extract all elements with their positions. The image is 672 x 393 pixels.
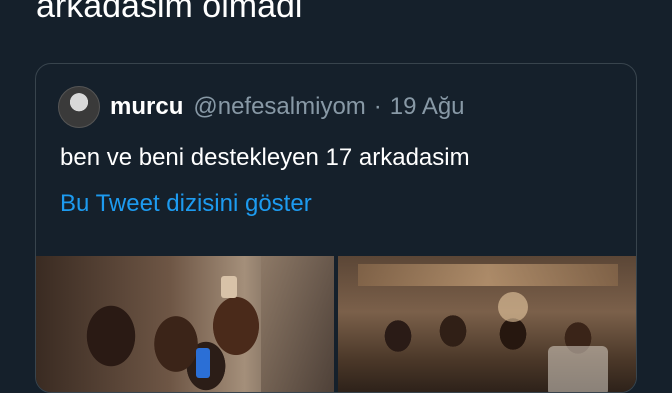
quoted-tweet-text: ben ve beni destekleyen 17 arkadasim bbox=[60, 144, 470, 171]
display-name[interactable]: murcu bbox=[110, 93, 183, 121]
quoted-tweet-header: murcu @nefesalmiyom · 19 Ağu bbox=[58, 86, 465, 128]
photo-group-party[interactable] bbox=[338, 256, 636, 392]
user-handle[interactable]: @nefesalmiyom bbox=[193, 93, 365, 121]
avatar[interactable] bbox=[58, 86, 100, 128]
separator-dot: · bbox=[373, 93, 382, 120]
tweet-text: arkadasim olmadi bbox=[36, 0, 303, 25]
tweet-date[interactable]: 19 Ağu bbox=[390, 93, 465, 121]
quoted-tweet-card[interactable]: murcu @nefesalmiyom · 19 Ağu ben ve beni… bbox=[35, 63, 637, 393]
media-grid bbox=[36, 256, 636, 392]
show-thread-link[interactable]: Bu Tweet dizisini göster bbox=[60, 190, 312, 218]
photo-group-selfie[interactable] bbox=[36, 256, 334, 392]
